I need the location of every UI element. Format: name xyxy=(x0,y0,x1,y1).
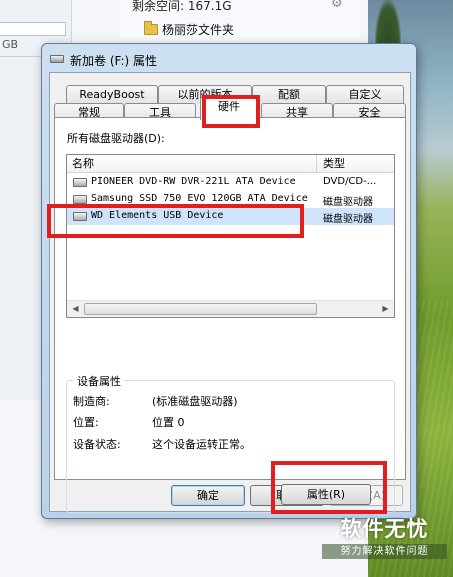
folder-item[interactable]: 杨丽莎文件夹 xyxy=(144,21,234,38)
drive-name: PIONEER DVD-RW DVR-221L ATA Device xyxy=(91,176,296,187)
free-space-label: 剩余空间: 167.1G xyxy=(132,0,232,13)
watermark-logo: 软件无忧 努力解决软件问题 xyxy=(322,516,447,568)
list-header: 名称 类型 xyxy=(67,155,394,173)
manufacturer-label: 制造商: xyxy=(73,395,110,408)
hard-drive-icon xyxy=(73,212,87,221)
scroll-thumb[interactable] xyxy=(84,303,317,315)
drive-name: Samsung SSD 750 EVO 120GB ATA Device xyxy=(91,193,308,204)
scroll-left-icon[interactable]: ◀ xyxy=(67,301,84,317)
dvd-drive-icon xyxy=(73,178,87,187)
gear-icon[interactable]: ⚙ xyxy=(331,0,343,11)
drive-type: DVD/CD-... xyxy=(323,176,377,187)
column-type[interactable]: 类型 xyxy=(318,155,394,173)
scroll-right-icon[interactable]: ▶ xyxy=(377,301,394,317)
tab-readyboost[interactable]: ReadyBoost xyxy=(66,85,158,104)
drive-list[interactable]: 名称 类型 PIONEER DVD-RW DVR-221L ATA Device… xyxy=(66,154,395,318)
device-status-label: 设备状态: xyxy=(73,438,121,451)
hard-drive-icon xyxy=(73,195,87,204)
all-drives-label: 所有磁盘驱动器(D): xyxy=(67,132,165,145)
location-label: 位置: xyxy=(73,416,99,429)
manufacturer-value: (标准磁盘驱动器) xyxy=(152,395,238,408)
device-properties-title: 设备属性 xyxy=(74,373,124,389)
tab-hardware[interactable]: 硬件 xyxy=(200,97,258,120)
folder-icon xyxy=(144,21,158,35)
folder-name: 杨丽莎文件夹 xyxy=(162,23,235,37)
explorer-left-field xyxy=(0,22,66,36)
drive-type: 磁盘驱动器 xyxy=(323,214,373,225)
tab-quota[interactable]: 配额 xyxy=(252,85,326,104)
device-properties-group: 设备属性 制造商: (标准磁盘驱动器) 位置: 位置 0 设备状态: 这个设备运… xyxy=(66,373,395,513)
watermark-subtitle: 努力解决软件问题 xyxy=(322,544,447,559)
dialog-client: ReadyBoost 以前的版本 配额 自定义 常规 工具 硬件 共享 安全 所… xyxy=(47,72,411,514)
location-value: 位置 0 xyxy=(152,416,185,429)
hardware-tab-panel: 所有磁盘驱动器(D): 名称 类型 PIONEER DVD-RW DVR-221… xyxy=(47,117,406,514)
properties-dialog: 新加卷 (F:) 属性 ReadyBoost 以前的版本 配额 自定义 常规 工… xyxy=(41,43,417,519)
device-status-value: 这个设备运转正常。 xyxy=(152,438,251,451)
column-name[interactable]: 名称 xyxy=(67,155,317,173)
drive-name: WD Elements USB Device xyxy=(91,210,224,221)
dialog-titlebar[interactable]: 新加卷 (F:) 属性 xyxy=(42,44,416,74)
dialog-title: 新加卷 (F:) 属性 xyxy=(70,54,158,68)
drive-icon xyxy=(50,55,64,63)
tab-customize[interactable]: 自定义 xyxy=(326,85,404,104)
explorer-left-text: GB xyxy=(2,38,19,51)
drive-row[interactable]: PIONEER DVD-RW DVR-221L ATA Device DVD/C… xyxy=(67,174,394,191)
horizontal-scrollbar[interactable]: ◀ ▶ xyxy=(67,300,394,317)
drive-type: 磁盘驱动器 xyxy=(323,197,373,208)
drive-row[interactable]: Samsung SSD 750 EVO 120GB ATA Device 磁盘驱… xyxy=(67,191,394,208)
drive-row-selected[interactable]: WD Elements USB Device 磁盘驱动器 xyxy=(67,208,394,225)
watermark-title: 软件无忧 xyxy=(340,517,429,541)
properties-button[interactable]: 属性(R) xyxy=(281,484,371,505)
